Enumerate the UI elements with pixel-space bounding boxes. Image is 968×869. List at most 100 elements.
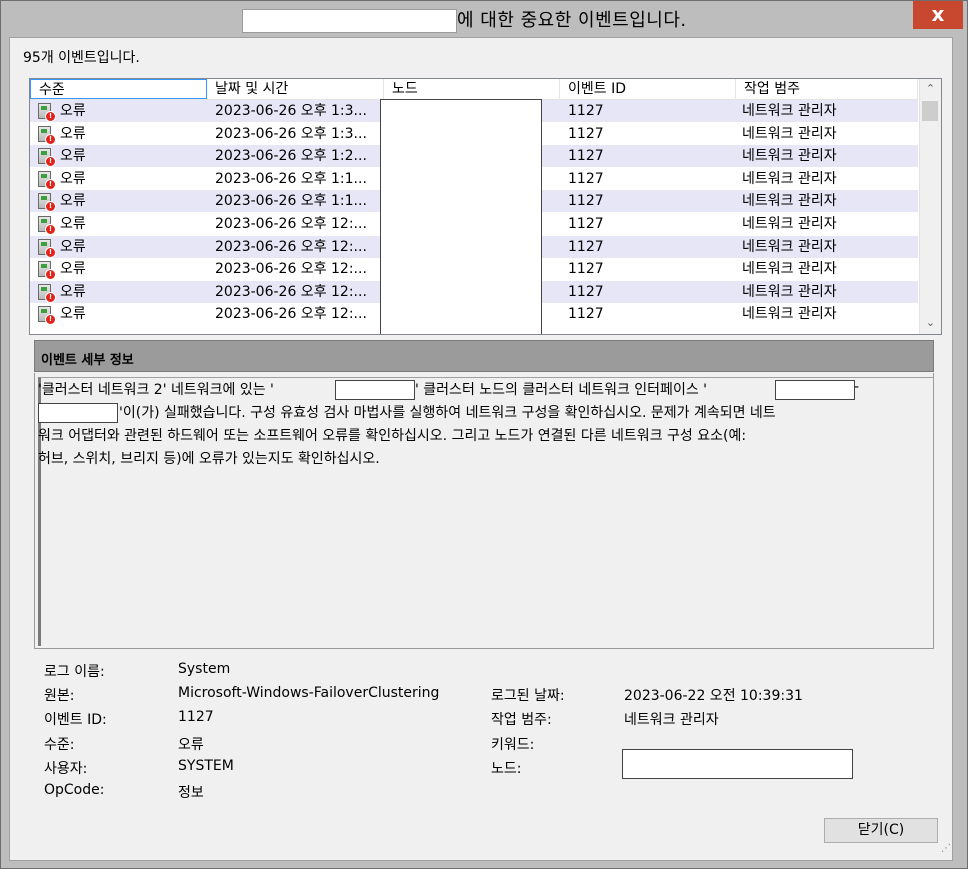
event-list[interactable]: 수준 날짜 및 시간 노드 이벤트 ID 작업 범주 ! 오류 2023-06-26…	[29, 78, 942, 335]
chevron-down-icon[interactable]: ⌄	[920, 313, 941, 333]
level-label: 수준:	[44, 737, 75, 753]
close-icon: x	[931, 2, 945, 26]
description-line-2: '이(가) 실패했습니다. 구성 유효성 검사 마법사를 실행하여 네트워크 구…	[119, 405, 776, 421]
opcode-label: OpCode:	[44, 782, 105, 798]
error-badge-icon: !	[45, 246, 56, 258]
user-value: SYSTEM	[178, 758, 234, 774]
category-cell: 네트워크 관리자	[742, 103, 837, 119]
error-badge-icon: !	[45, 314, 56, 326]
redacted-interface-suffix	[38, 403, 118, 423]
category-cell: 네트워크 관리자	[742, 193, 837, 210]
event-id-cell: 1127	[568, 261, 604, 278]
logged-date-value: 2023-06-22 오전 10:39:31	[624, 688, 803, 704]
log-name-value: System	[178, 661, 231, 677]
scrollbar-thumb[interactable]	[922, 101, 938, 121]
task-category-value: 네트워크 관리자	[624, 712, 719, 728]
description-line-4: 허브, 스위치, 브리지 등)에 오류가 있는지도 확인하십시오.	[38, 451, 380, 467]
datetime-cell: 2023-06-26 오후 1:1...	[215, 193, 367, 210]
list-header: 수준 날짜 및 시간 노드 이벤트 ID 작업 범주	[30, 79, 918, 100]
description-line-1c: -	[854, 379, 860, 395]
datetime-cell: 2023-06-26 오후 1:3...	[215, 125, 367, 142]
error-badge-icon: !	[45, 201, 56, 213]
level-cell: 오류	[60, 261, 86, 278]
redacted-node-value	[622, 749, 853, 779]
event-count-text: 95개 이벤트입니다.	[23, 50, 140, 66]
column-header-event-id[interactable]: 이벤트 ID	[560, 79, 736, 99]
level-cell: 오류	[60, 216, 86, 232]
datetime-cell: 2023-06-26 오후 12:...	[215, 216, 367, 232]
datetime-cell: 2023-06-26 오후 12:...	[215, 306, 367, 323]
datetime-cell: 2023-06-26 오후 1:1...	[215, 170, 367, 187]
category-cell: 네트워크 관리자	[742, 125, 837, 142]
level-cell: 오류	[60, 148, 86, 165]
error-badge-icon: !	[45, 291, 56, 303]
datetime-cell: 2023-06-26 오후 12:...	[215, 238, 367, 255]
event-dialog-window: 에 대한 중요한 이벤트입니다. x 95개 이벤트입니다. 수준 날짜 및 시…	[0, 0, 968, 869]
category-cell: 네트워크 관리자	[742, 283, 837, 300]
error-badge-icon: !	[45, 133, 56, 145]
error-badge-icon: !	[45, 178, 56, 190]
redacted-interface-name	[775, 380, 855, 400]
column-header-node[interactable]: 노드	[384, 79, 560, 99]
event-id-cell: 1127	[568, 103, 604, 119]
event-id-cell: 1127	[568, 125, 604, 142]
details-text-area[interactable]: '클러스터 네트워크 2' 네트워크에 있는 ' ' 클러스터 노드의 클러스터…	[38, 377, 933, 646]
resize-grip-icon[interactable]: ⋰	[941, 843, 951, 854]
log-name-label: 로그 이름:	[44, 664, 105, 680]
datetime-cell: 2023-06-26 오후 1:3...	[215, 103, 367, 119]
event-id-cell: 1127	[568, 170, 604, 187]
chevron-up-icon[interactable]: ⌃	[920, 79, 941, 99]
category-cell: 네트워크 관리자	[742, 216, 837, 232]
close-button[interactable]: 닫기(C)	[824, 818, 938, 843]
error-badge-icon: !	[45, 269, 56, 281]
level-value: 오류	[178, 737, 204, 753]
redacted-cluster-name	[242, 9, 457, 33]
error-badge-icon: !	[45, 156, 56, 168]
column-header-level[interactable]: 수준	[30, 79, 207, 99]
task-category-label: 작업 범주:	[491, 712, 552, 728]
description-line-3: 워크 어댑터와 관련된 하드웨어 또는 소프트웨어 오류를 확인하십시오. 그리…	[38, 428, 747, 444]
event-id-cell: 1127	[568, 283, 604, 300]
list-vertical-scrollbar[interactable]: ⌃ ⌄	[919, 79, 941, 334]
level-cell: 오류	[60, 306, 86, 323]
window-close-button[interactable]: x	[913, 1, 963, 29]
description-line-1a: '클러스터 네트워크 2' 네트워크에 있는 '	[38, 382, 274, 398]
event-id-label: 이벤트 ID:	[44, 712, 107, 728]
datetime-cell: 2023-06-26 오후 12:...	[215, 261, 367, 278]
column-header-category[interactable]: 작업 범주	[736, 79, 918, 99]
source-label: 원본:	[44, 688, 75, 704]
error-badge-icon: !	[45, 224, 56, 235]
window-title: 에 대한 중요한 이벤트입니다.	[457, 10, 687, 31]
event-id-cell: 1127	[568, 148, 604, 165]
redacted-node-name	[335, 380, 415, 400]
details-header: 이벤트 세부 정보	[34, 340, 934, 372]
level-cell: 오류	[60, 103, 86, 119]
user-label: 사용자:	[44, 761, 88, 777]
event-id-cell: 1127	[568, 238, 604, 255]
event-id-cell: 1127	[568, 193, 604, 210]
level-cell: 오류	[60, 238, 86, 255]
keywords-label: 키워드:	[491, 737, 535, 753]
level-cell: 오류	[60, 283, 86, 300]
category-cell: 네트워크 관리자	[742, 261, 837, 278]
event-id-cell: 1127	[568, 216, 604, 232]
level-cell: 오류	[60, 170, 86, 187]
category-cell: 네트워크 관리자	[742, 170, 837, 187]
opcode-value: 정보	[178, 785, 204, 801]
source-value: Microsoft-Windows-FailoverClustering	[178, 685, 440, 701]
redacted-node-column	[380, 99, 542, 334]
logged-date-label: 로그된 날짜:	[491, 688, 565, 704]
title-bar[interactable]: 에 대한 중요한 이벤트입니다. x	[1, 1, 967, 37]
category-cell: 네트워크 관리자	[742, 306, 837, 323]
description-line-1b: ' 클러스터 노드의 클러스터 네트워크 인터페이스 '	[415, 382, 707, 398]
error-badge-icon: !	[45, 111, 56, 122]
datetime-cell: 2023-06-26 오후 12:...	[215, 283, 367, 300]
level-cell: 오류	[60, 125, 86, 142]
details-header-label: 이벤트 세부 정보	[41, 353, 134, 368]
details-panel[interactable]: '클러스터 네트워크 2' 네트워크에 있는 ' ' 클러스터 노드의 클러스터…	[34, 373, 934, 649]
event-id-value: 1127	[178, 709, 214, 725]
level-cell: 오류	[60, 193, 86, 210]
event-id-cell: 1127	[568, 306, 604, 323]
category-cell: 네트워크 관리자	[742, 238, 837, 255]
column-header-datetime[interactable]: 날짜 및 시간	[207, 79, 384, 99]
